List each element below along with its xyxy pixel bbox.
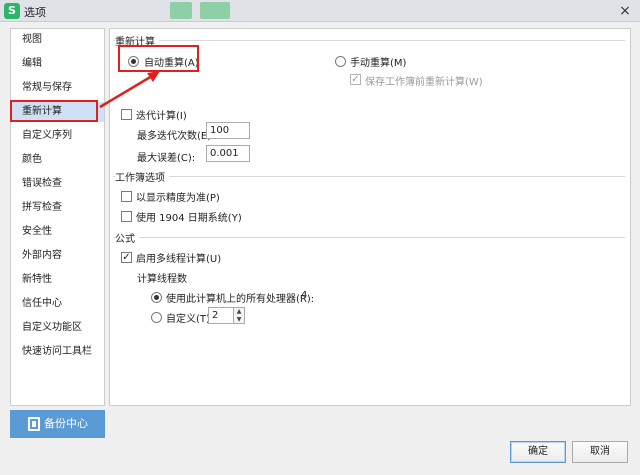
sidebar-item-spell-check[interactable]: 拼写检查: [12, 198, 104, 218]
save-recalc-label: 保存工作簿前重新计算(W): [365, 77, 483, 88]
manual-recalc-radio[interactable]: [335, 56, 346, 67]
section-title-formula: 公式: [115, 230, 139, 245]
iteration-label: 迭代计算(I): [136, 111, 187, 122]
precision-as-displayed-label: 以显示精度为准(P): [136, 193, 220, 204]
sidebar-item-custom-list[interactable]: 自定义序列: [12, 126, 104, 146]
sidebar-item-quick-access[interactable]: 快速访问工具栏: [12, 342, 104, 362]
custom-threads-stepper[interactable]: ▲ ▼: [233, 307, 245, 324]
cancel-button[interactable]: 取消: [572, 441, 628, 463]
close-icon[interactable]: ×: [616, 2, 634, 20]
all-processors-value: 4: [301, 290, 308, 301]
background-tab-strip: [170, 2, 192, 19]
custom-threads-radio[interactable]: [151, 312, 162, 323]
custom-threads-label: 自定义(T): [166, 314, 210, 325]
date-1904-label: 使用 1904 日期系统(Y): [136, 213, 242, 224]
window-title: 选项: [24, 6, 46, 19]
max-change-field[interactable]: 0.001: [206, 145, 250, 162]
title-bar: S 选项 ×: [0, 0, 640, 22]
manual-recalc-label: 手动重算(M): [350, 58, 407, 69]
options-main-panel: 重新计算 自动重算(A) 手动重算(M) ✓ 保存工作簿前重新计算(W) 迭代计…: [109, 28, 631, 406]
section-divider: [113, 40, 625, 41]
backup-icon: [28, 417, 40, 431]
max-iterations-field[interactable]: 100: [206, 122, 250, 139]
sidebar-item-view[interactable]: 视图: [12, 30, 104, 50]
section-divider: [113, 237, 625, 238]
sidebar-item-trust-center[interactable]: 信任中心: [12, 294, 104, 314]
app-logo-icon: S: [4, 3, 20, 19]
max-change-label: 最大误差(C):: [137, 153, 196, 164]
sidebar-item-new-features[interactable]: 新特性: [12, 270, 104, 290]
all-processors-label: 使用此计算机上的所有处理器(R):: [166, 294, 315, 305]
threads-title: 计算线程数: [137, 274, 187, 285]
date-1904-checkbox[interactable]: [121, 211, 132, 222]
sidebar-item-color[interactable]: 颜色: [12, 150, 104, 170]
section-divider: [113, 176, 625, 177]
multithread-checkbox[interactable]: ✓: [121, 252, 132, 263]
all-processors-radio[interactable]: [151, 292, 162, 303]
backup-center-label: 备份中心: [44, 417, 88, 430]
background-tab-strip: [200, 2, 230, 19]
precision-as-displayed-checkbox[interactable]: [121, 191, 132, 202]
backup-center-button[interactable]: 备份中心: [10, 410, 105, 438]
sidebar-highlight-box: [10, 100, 98, 122]
sidebar-item-external[interactable]: 外部内容: [12, 246, 104, 266]
save-recalc-checkbox[interactable]: ✓: [350, 74, 361, 85]
section-title-workbook: 工作簿选项: [115, 169, 169, 184]
sidebar-item-general[interactable]: 常规与保存: [12, 78, 104, 98]
custom-threads-field[interactable]: 2: [208, 307, 234, 324]
stepper-down-icon[interactable]: ▼: [234, 316, 244, 323]
max-iterations-label: 最多迭代次数(E):: [137, 131, 215, 142]
sidebar-item-edit[interactable]: 编辑: [12, 54, 104, 74]
stepper-up-icon[interactable]: ▲: [234, 308, 244, 315]
iteration-checkbox[interactable]: [121, 109, 132, 120]
sidebar-item-security[interactable]: 安全性: [12, 222, 104, 242]
multithread-label: 启用多线程计算(U): [136, 254, 222, 265]
sidebar-item-custom-ribbon[interactable]: 自定义功能区: [12, 318, 104, 338]
options-sidebar: 视图 编辑 常规与保存 重新计算 自定义序列 颜色 错误检查 拼写检查 安全性 …: [10, 28, 105, 406]
ok-button[interactable]: 确定: [510, 441, 566, 463]
auto-recalc-highlight-box: [118, 45, 199, 72]
sidebar-item-error-check[interactable]: 错误检查: [12, 174, 104, 194]
